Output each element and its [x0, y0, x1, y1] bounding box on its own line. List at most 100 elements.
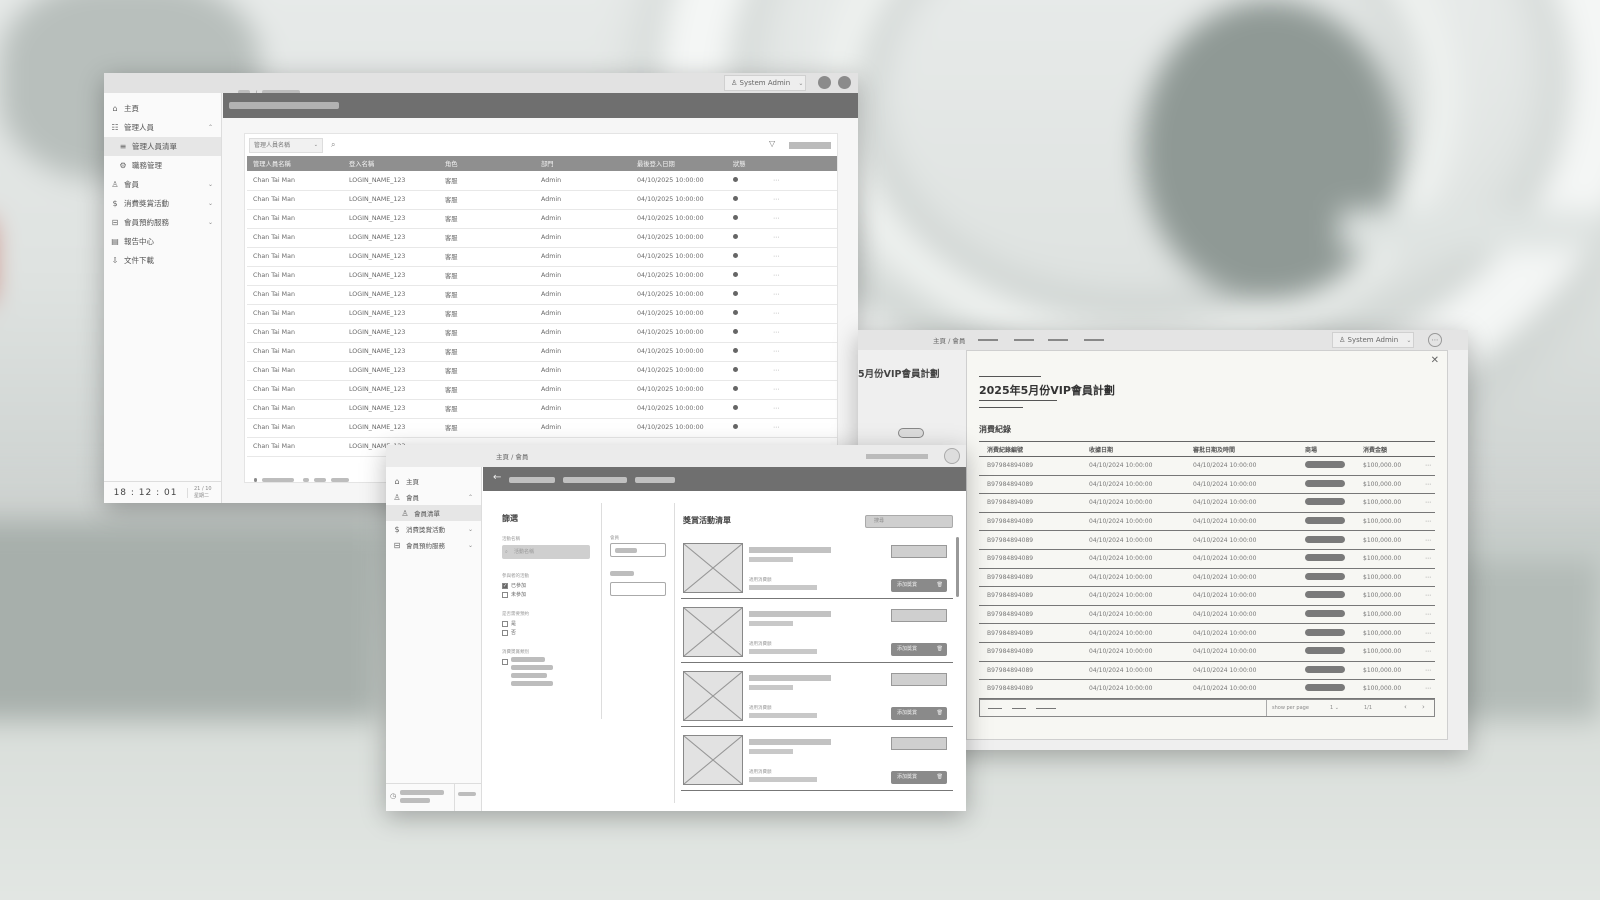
sidebar-item[interactable]: $ 消費獎賞活動 ⌄ — [386, 521, 481, 537]
row-actions[interactable]: ⋯ — [1417, 475, 1435, 495]
activity-search-input[interactable]: ⌕ 活動名稱 — [502, 545, 590, 559]
table-row[interactable]: Chan Tai Man LOGIN_NAME_123 客服 Admin 04/10/2… — [247, 247, 837, 267]
close-icon[interactable]: ✕ — [1431, 355, 1439, 366]
table-row[interactable]: B97984894089 04/10/2024 10:00:00 04/10/202… — [979, 642, 1435, 662]
sidebar-item[interactable]: ▤ 報告中心 — [104, 232, 221, 251]
table-row[interactable]: Chan Tai Man LOGIN_NAME_123 客服 Admin 04/10/2… — [247, 380, 837, 400]
more-icon[interactable]: ⋯ — [773, 272, 779, 279]
filter-checkbox[interactable]: 否 — [502, 628, 601, 637]
user-menu[interactable]: ♙ System Admin ⌄ — [724, 75, 806, 91]
row-actions[interactable]: ⋯ — [1417, 661, 1435, 681]
row-actions[interactable]: ⋯ — [1417, 512, 1435, 532]
filter-icon[interactable]: ▽ — [769, 139, 775, 148]
filter-checkbox[interactable]: 是 — [502, 619, 601, 628]
table-row[interactable]: Chan Tai Man LOGIN_NAME_123 客服 Admin 04/10/2… — [247, 171, 837, 191]
row-actions[interactable]: ⋯ — [767, 266, 837, 286]
filter-checkbox[interactable]: 未參加 — [502, 590, 601, 599]
sidebar-item[interactable]: ⇩ 文件下載 — [104, 251, 221, 270]
table-row[interactable]: B97984894089 04/10/2024 10:00:00 04/10/202… — [979, 661, 1435, 681]
sidebar-item[interactable]: ♙ 會員 ⌃ — [386, 489, 481, 505]
more-icon[interactable]: ⋯ — [1425, 630, 1431, 637]
more-icon[interactable]: ⋯ — [1425, 481, 1431, 488]
chat-icon[interactable] — [944, 448, 960, 464]
add-reward-button[interactable]: 添加獎賞 🗑 — [891, 771, 947, 784]
notification-button[interactable] — [818, 76, 831, 89]
row-actions[interactable]: ⋯ — [1417, 568, 1435, 588]
table-row[interactable]: Chan Tai Man LOGIN_NAME_123 客服 Admin 04/10/2… — [247, 228, 837, 248]
row-actions[interactable]: ⋯ — [767, 190, 837, 210]
per-page-select[interactable]: 1 ⌄ — [1330, 705, 1350, 711]
sidebar-item[interactable]: ♙ 會員清單 — [386, 505, 481, 521]
sidebar-item[interactable]: ⊟ 會員預約服務 ⌄ — [104, 213, 221, 232]
row-actions[interactable]: ⋯ — [767, 304, 837, 324]
list-item[interactable]: 適用消費額 添加獎賞 🗑 — [681, 731, 953, 791]
more-icon[interactable]: ⋯ — [1425, 537, 1431, 544]
table-row[interactable]: Chan Tai Man LOGIN_NAME_123 客服 Admin 04/10/2… — [247, 304, 837, 324]
status-toggle[interactable] — [898, 428, 924, 438]
row-actions[interactable]: ⋯ — [1417, 642, 1435, 662]
sidebar-item[interactable]: ≡ 管理人員清單 — [104, 137, 221, 156]
more-icon[interactable]: ⋯ — [773, 196, 779, 203]
more-icon[interactable]: ⋯ — [773, 291, 779, 298]
more-icon[interactable]: ⋯ — [773, 310, 779, 317]
more-icon[interactable]: ⋯ — [1425, 499, 1431, 506]
user-menu[interactable] — [866, 454, 928, 459]
table-row[interactable]: B97984894089 04/10/2024 10:00:00 04/10/202… — [979, 512, 1435, 532]
row-actions[interactable]: ⋯ — [767, 361, 837, 381]
sidebar-item[interactable]: ⌂ 主頁 — [386, 473, 481, 489]
export-button[interactable] — [789, 142, 831, 149]
more-icon[interactable]: ⋯ — [1425, 611, 1431, 618]
list-item[interactable]: 適用消費額 添加獎賞 🗑 — [681, 603, 953, 663]
table-row[interactable]: Chan Tai Man LOGIN_NAME_123 客服 Admin 04/10/2… — [247, 399, 837, 419]
table-row[interactable]: Chan Tai Man LOGIN_NAME_123 客服 Admin 04/10/2… — [247, 285, 837, 305]
more-icon[interactable]: ⋯ — [773, 348, 779, 355]
sidebar-item[interactable]: ⚙ 職務管理 — [104, 156, 221, 175]
category-checkbox[interactable] — [502, 657, 511, 666]
list-search-input[interactable]: 搜尋 — [865, 515, 953, 528]
row-actions[interactable]: ⋯ — [767, 323, 837, 343]
table-row[interactable]: Chan Tai Man LOGIN_NAME_123 客服 Admin 04/10/2… — [247, 361, 837, 381]
chat-icon[interactable]: ⋯ — [1428, 333, 1442, 347]
more-icon[interactable]: ⋯ — [773, 405, 779, 412]
sidebar-item[interactable]: ⌂ 主頁 — [104, 99, 221, 118]
row-actions[interactable]: ⋯ — [1417, 493, 1435, 513]
row-actions[interactable]: ⋯ — [1417, 679, 1435, 699]
filter-select[interactable]: 管理人員名稱 ⌄ — [249, 138, 323, 153]
more-icon[interactable]: ⋯ — [773, 253, 779, 260]
more-icon[interactable]: ⋯ — [773, 386, 779, 393]
sidebar-item[interactable]: ♙ 會員 ⌄ — [104, 175, 221, 194]
member-select[interactable] — [610, 543, 666, 557]
add-reward-button[interactable]: 添加獎賞 🗑 — [891, 707, 947, 720]
row-actions[interactable]: ⋯ — [767, 418, 837, 438]
table-row[interactable]: Chan Tai Man LOGIN_NAME_123 客服 Admin 04/10/2… — [247, 418, 837, 438]
row-actions[interactable]: ⋯ — [1417, 586, 1435, 606]
table-row[interactable]: B97984894089 04/10/2024 10:00:00 04/10/202… — [979, 605, 1435, 625]
more-icon[interactable]: ⋯ — [1425, 667, 1431, 674]
row-actions[interactable]: ⋯ — [1417, 623, 1435, 643]
more-icon[interactable]: ⋯ — [1425, 685, 1431, 692]
row-actions[interactable]: ⋯ — [1417, 456, 1435, 476]
list-item[interactable]: 適用消費額 添加獎賞 🗑 — [681, 667, 953, 727]
next-page-icon[interactable]: › — [1422, 703, 1425, 711]
row-actions[interactable]: ⋯ — [767, 285, 837, 305]
table-row[interactable]: B97984894089 04/10/2024 10:00:00 04/10/202… — [979, 456, 1435, 476]
sidebar-item[interactable]: ☷ 管理人員 ⌃ — [104, 118, 221, 137]
add-reward-button[interactable]: 添加獎賞 🗑 — [891, 579, 947, 592]
more-icon[interactable]: ⋯ — [773, 424, 779, 431]
search-icon[interactable]: ⌕ — [331, 140, 335, 150]
more-icon[interactable]: ⋯ — [773, 234, 779, 241]
table-row[interactable]: Chan Tai Man LOGIN_NAME_123 客服 Admin 04/10/2… — [247, 323, 837, 343]
row-actions[interactable]: ⋯ — [767, 209, 837, 229]
more-icon[interactable]: ⋯ — [1425, 592, 1431, 599]
sidebar-item[interactable]: ⊟ 會員預約服務 ⌄ — [386, 537, 481, 553]
row-actions[interactable]: ⋯ — [1417, 605, 1435, 625]
sidebar-item[interactable]: $ 消費獎賞活動 ⌄ — [104, 194, 221, 213]
back-arrow-icon[interactable]: ← — [493, 472, 501, 483]
add-reward-button[interactable]: 添加獎賞 🗑 — [891, 643, 947, 656]
more-icon[interactable]: ⋯ — [773, 329, 779, 336]
scrollbar[interactable] — [956, 537, 959, 597]
table-row[interactable]: Chan Tai Man LOGIN_NAME_123 客服 Admin 04/10/2… — [247, 209, 837, 229]
table-row[interactable]: B97984894089 04/10/2024 10:00:00 04/10/202… — [979, 679, 1435, 699]
table-row[interactable]: B97984894089 04/10/2024 10:00:00 04/10/202… — [979, 623, 1435, 643]
table-row[interactable]: B97984894089 04/10/2024 10:00:00 04/10/202… — [979, 475, 1435, 495]
